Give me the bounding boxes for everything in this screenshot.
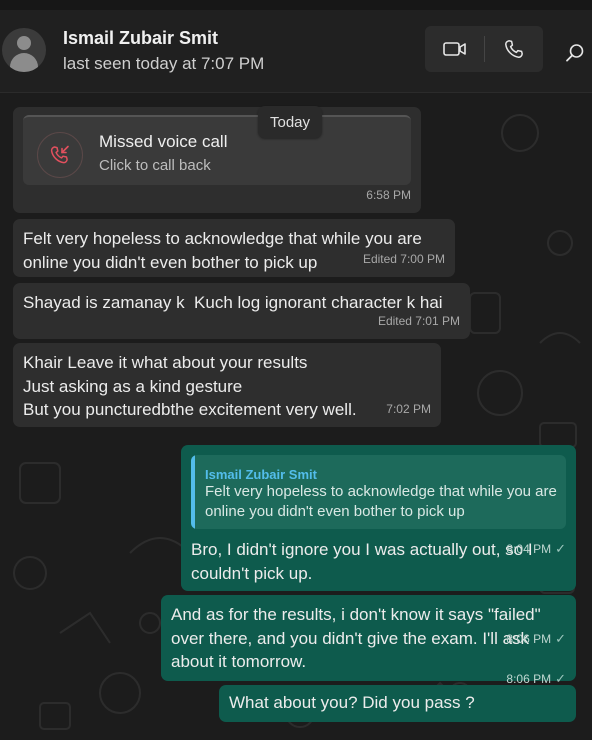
quote-accent-bar bbox=[191, 455, 195, 529]
call-button-divider bbox=[484, 36, 485, 62]
message-outgoing-reply[interactable]: Ismail Zubair Smit Felt very hopeless to… bbox=[181, 445, 576, 591]
message-time-row: 8:04 PM ✓ bbox=[486, 514, 566, 586]
message-text: Khair Leave it what about your results J… bbox=[23, 353, 357, 419]
chat-header: Ismail Zubair Smit last seen today at 7:… bbox=[0, 10, 592, 93]
voice-call-button[interactable] bbox=[499, 34, 529, 64]
contact-name[interactable]: Ismail Zubair Smit bbox=[63, 28, 218, 49]
search-icon bbox=[566, 44, 584, 62]
message-missed-call[interactable]: Missed voice call Click to call back 6:5… bbox=[13, 107, 421, 213]
message-time: Edited 7:01 PM bbox=[377, 313, 460, 328]
missed-call-badge bbox=[37, 132, 83, 178]
sent-check-icon: ✓ bbox=[555, 541, 566, 556]
message-time: 6:58 PM bbox=[366, 187, 411, 202]
avatar-placeholder-icon bbox=[17, 36, 31, 50]
message-outgoing[interactable]: What about you? Did you pass ? 8:06 PM ✓ bbox=[219, 671, 576, 722]
missed-call-subtitle[interactable]: Click to call back bbox=[99, 154, 211, 178]
video-call-icon bbox=[443, 42, 466, 56]
video-call-button[interactable] bbox=[440, 34, 470, 64]
title-bar-strip bbox=[0, 0, 592, 10]
message-time: 7:02 PM bbox=[386, 401, 431, 416]
search-button[interactable] bbox=[562, 40, 588, 66]
message-text: And as for the results, i don't know it … bbox=[171, 605, 541, 671]
avatar[interactable] bbox=[2, 28, 46, 72]
message-time: 8:06 PM bbox=[506, 672, 552, 686]
message-time: 8:04 PM bbox=[506, 542, 552, 556]
voice-call-icon bbox=[505, 40, 523, 58]
missed-call-icon bbox=[50, 145, 69, 164]
message-incoming[interactable]: Felt very hopeless to acknowledge that w… bbox=[13, 219, 455, 277]
message-text: What about you? Did you pass ? bbox=[229, 693, 475, 712]
date-divider: Today bbox=[258, 106, 322, 138]
message-incoming[interactable]: Shayad is zamanay k Kuch log ignorant ch… bbox=[13, 283, 470, 339]
last-seen-status: last seen today at 7:07 PM bbox=[63, 54, 265, 73]
message-list[interactable]: Today Missed voice call Click to call ba… bbox=[0, 93, 592, 740]
missed-call-card[interactable]: Missed voice call Click to call back bbox=[23, 115, 411, 185]
message-time: Edited 7:00 PM bbox=[362, 251, 445, 266]
message-time-row: 8:06 PM ✓ bbox=[486, 644, 566, 716]
message-text: Bro, I didn't ignore you I was actually … bbox=[191, 540, 533, 583]
call-button-group bbox=[425, 26, 543, 72]
message-incoming[interactable]: Khair Leave it what about your results J… bbox=[13, 343, 441, 427]
missed-call-title: Missed voice call bbox=[99, 132, 228, 151]
sent-check-icon: ✓ bbox=[555, 671, 566, 686]
avatar-placeholder-body bbox=[10, 53, 38, 72]
